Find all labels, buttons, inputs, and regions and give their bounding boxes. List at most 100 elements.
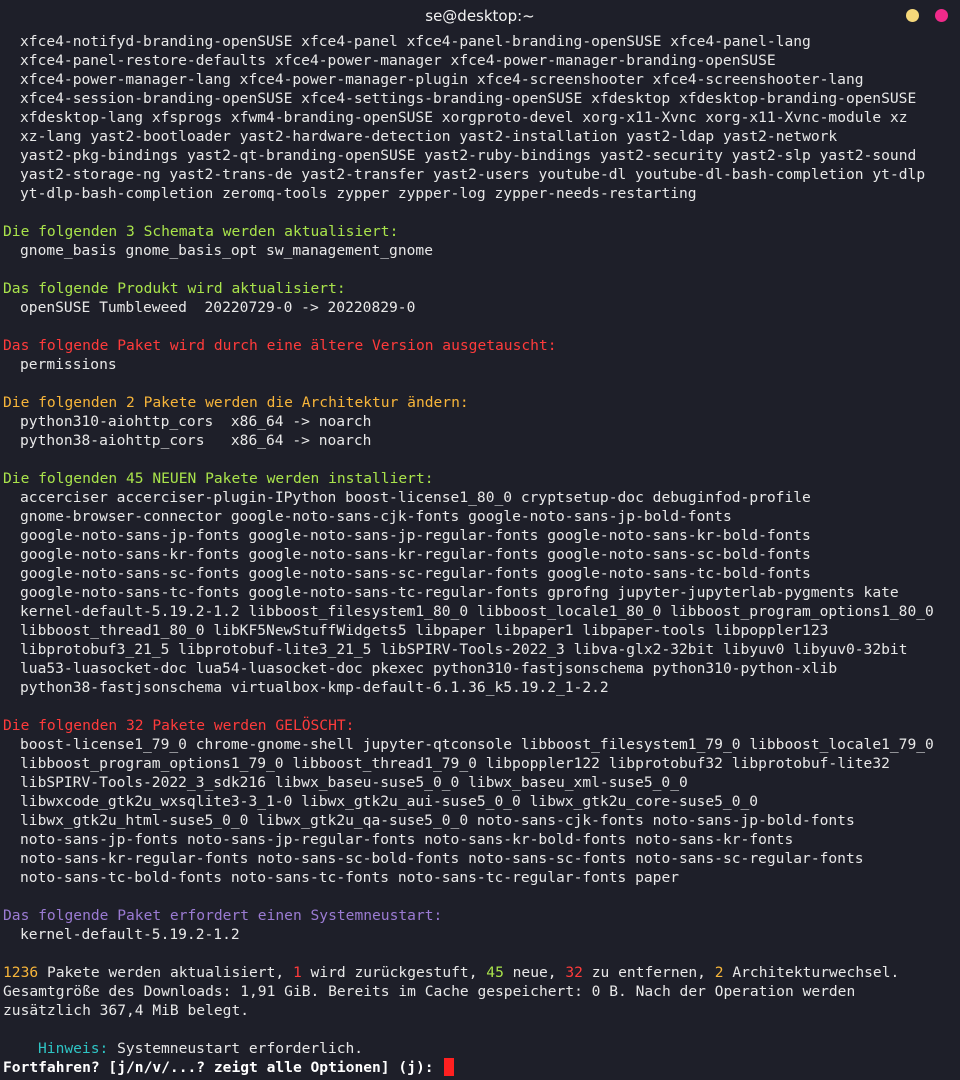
package-line: xfce4-panel-restore-defaults xfce4-power… bbox=[3, 51, 960, 70]
package-line: kernel-default-5.19.2-1.2 bbox=[3, 925, 960, 944]
package-line: xfce4-session-branding-openSUSE xfce4-se… bbox=[3, 89, 960, 108]
confirm-prompt[interactable]: Fortfahren? [j/n/v/...? zeigt alle Optio… bbox=[3, 1058, 960, 1077]
package-line: libwxcode_gtk2u_wxsqlite3-3_1-0 libwx_gt… bbox=[3, 792, 960, 811]
package-name: libva-glx2-32bit bbox=[573, 641, 715, 658]
package-name: google-noto-sans-tc-bold-fonts bbox=[547, 565, 811, 582]
package-name: xz bbox=[889, 109, 908, 126]
removed-packages-header: Die folgenden 32 Pakete werden GELÖSCHT: bbox=[3, 717, 355, 734]
summary-text: zu entfernen, bbox=[582, 964, 715, 981]
package-name: yast2-security bbox=[599, 147, 723, 164]
hint-text: Systemneustart erforderlich. bbox=[108, 1040, 364, 1057]
package-name: yast2-slp bbox=[731, 147, 811, 164]
package-name: yt-dlp-bash-completion bbox=[20, 185, 214, 202]
package-name: noto-sans-jp-fonts bbox=[20, 831, 179, 848]
arch-line: python310-aiohttp_cors x86_64 -> noarch bbox=[20, 413, 372, 430]
package-line: boost-license1_79_0 chrome-gnome-shell j… bbox=[3, 735, 960, 754]
package-name: yast2-network bbox=[723, 128, 838, 145]
package-line: libwx_gtk2u_html-suse5_0_0 libwx_gtk2u_q… bbox=[3, 811, 960, 830]
package-name: libSPIRV-Tools-2022_3_sdk216 bbox=[20, 774, 267, 791]
package-name: libwx_gtk2u_aui-suse5_0_0 bbox=[301, 793, 521, 810]
new-packages-list: accerciser accerciser-plugin-IPython boo… bbox=[3, 488, 960, 697]
package-name: noto-sans-sc-bold-fonts bbox=[257, 850, 460, 867]
disk-usage-line: zusätzlich 367,4 MiB belegt. bbox=[3, 1002, 250, 1019]
package-name: kernel-default-5.19.2-1.2 bbox=[20, 926, 240, 943]
package-name: noto-sans-kr-bold-fonts bbox=[424, 831, 627, 848]
package-name: libKF5NewStuffWidgets5 bbox=[213, 622, 407, 639]
package-name: xfce4-power-manager-branding-openSUSE bbox=[450, 52, 776, 69]
package-name: virtualbox-kmp-default-6.1.36_k5.19.2_1-… bbox=[230, 679, 609, 696]
package-name: yast2-bootloader bbox=[90, 128, 231, 145]
package-name: libpoppler123 bbox=[714, 622, 829, 639]
package-name: debuginfod-profile bbox=[652, 489, 811, 506]
package-name: kernel-default-5.19.2-1.2 bbox=[20, 603, 240, 620]
package-line: google-noto-sans-kr-fonts google-noto-sa… bbox=[3, 545, 960, 564]
package-name: yast2-pkg-bindings bbox=[20, 147, 179, 164]
package-name: youtube-dl bbox=[538, 166, 627, 183]
package-line: gnome-browser-connector google-noto-sans… bbox=[3, 507, 960, 526]
package-name: libwx_baseu_xml-suse5_0_0 bbox=[468, 774, 688, 791]
package-name: lua53-luasocket-doc bbox=[20, 660, 187, 677]
package-name: jupyter-jupyterlab-pygments bbox=[617, 584, 855, 601]
package-name: jupyter-qtconsole bbox=[362, 736, 513, 753]
package-name: boost-license1_79_0 bbox=[20, 736, 187, 753]
package-name: yast2-trans-de bbox=[169, 166, 293, 183]
package-name: xfce4-panel bbox=[301, 33, 398, 50]
package-name: python310-fastjsonschema bbox=[432, 660, 644, 677]
package-name: libboost_thread1_80_0 bbox=[20, 622, 205, 639]
window-title: se@desktop:~ bbox=[425, 7, 535, 25]
package-name: google-noto-sans-kr-fonts bbox=[20, 546, 240, 563]
package-name: google-noto-sans-tc-regular-fonts bbox=[248, 584, 539, 601]
package-line: noto-sans-kr-regular-fonts noto-sans-sc-… bbox=[3, 849, 960, 868]
package-line: gnome_basis gnome_basis_opt sw_managemen… bbox=[3, 241, 960, 260]
package-name: google-noto-sans-sc-bold-fonts bbox=[547, 546, 811, 563]
package-name: libprotobuf3_21_5 bbox=[20, 641, 170, 658]
package-name: gnome-browser-connector bbox=[20, 508, 223, 525]
package-line: google-noto-sans-sc-fonts google-noto-sa… bbox=[3, 564, 960, 583]
package-name: noto-sans-sc-regular-fonts bbox=[635, 850, 864, 867]
package-name: xfsprogs bbox=[151, 109, 223, 126]
package-name: libyuv0 bbox=[722, 641, 785, 658]
package-name: chrome-gnome-shell bbox=[195, 736, 354, 753]
package-name: yast2-ldap bbox=[626, 128, 715, 145]
package-name: libwxcode_gtk2u_wxsqlite3-3_1-0 bbox=[20, 793, 293, 810]
package-line: google-noto-sans-tc-fonts google-noto-sa… bbox=[3, 583, 960, 602]
package-name: google-noto-sans-kr-regular-fonts bbox=[248, 546, 539, 563]
package-line: xfdesktop-lang xfsprogs xfwm4-branding-o… bbox=[3, 108, 960, 127]
new-count: 45 bbox=[486, 964, 504, 981]
summary-text: Pakete werden aktualisiert, bbox=[38, 964, 293, 981]
package-name: yast2-users bbox=[433, 166, 530, 183]
arch-line: python38-aiohttp_cors x86_64 -> noarch bbox=[20, 432, 372, 449]
package-name: yast2-transfer bbox=[301, 166, 425, 183]
package-name: noto-sans-tc-regular-fonts bbox=[397, 869, 627, 886]
summary-line: 1236 Pakete werden aktualisiert, 1 wird … bbox=[3, 963, 960, 982]
package-name: gnome_basis_opt bbox=[125, 242, 258, 259]
package-name: youtube-dl-bash-completion bbox=[635, 166, 864, 183]
package-line: kernel-default-5.19.2-1.2 libboost_files… bbox=[3, 602, 960, 621]
package-name: paper bbox=[635, 869, 680, 886]
package-name: libSPIRV-Tools-2022_3 bbox=[380, 641, 565, 658]
package-name: xfce4-panel-branding-openSUSE bbox=[406, 33, 662, 50]
package-name: xfce4-screenshooter bbox=[476, 71, 644, 88]
package-name: xfce4-power-manager-lang bbox=[20, 71, 231, 88]
terminal-window: se@desktop:~ xfce4-notifyd-branding-open… bbox=[0, 0, 960, 1080]
summary-text: wird zurückgestuft, bbox=[301, 964, 487, 981]
package-name: xfwm4-branding-openSUSE bbox=[230, 109, 433, 126]
summary-text: neue, bbox=[503, 964, 566, 981]
prompt-text: Fortfahren? [j/n/v/...? zeigt alle Optio… bbox=[3, 1059, 443, 1076]
package-name: libprotobuf-lite32 bbox=[731, 755, 890, 772]
minimize-button[interactable] bbox=[906, 9, 919, 22]
package-name: boost-license1_80_0 bbox=[345, 489, 513, 506]
package-line: xfce4-notifyd-branding-openSUSE xfce4-pa… bbox=[3, 32, 960, 51]
package-name: python310-python-xlib bbox=[652, 660, 838, 677]
text-cursor[interactable] bbox=[444, 1058, 455, 1076]
package-name: libboost_thread1_79_0 bbox=[292, 755, 477, 772]
package-name: gnome_basis bbox=[20, 242, 117, 259]
close-button[interactable] bbox=[935, 9, 948, 22]
upgrade-package-list: xfce4-notifyd-branding-openSUSE xfce4-pa… bbox=[3, 32, 960, 203]
package-name: yt-dlp bbox=[872, 166, 926, 183]
package-line: xz-lang yast2-bootloader yast2-hardware-… bbox=[3, 127, 960, 146]
remove-count: 32 bbox=[565, 964, 583, 981]
package-name: libwx_gtk2u_html-suse5_0_0 bbox=[20, 812, 249, 829]
package-line: libSPIRV-Tools-2022_3_sdk216 libwx_baseu… bbox=[3, 773, 960, 792]
package-name: xfce4-panel-lang bbox=[670, 33, 811, 50]
